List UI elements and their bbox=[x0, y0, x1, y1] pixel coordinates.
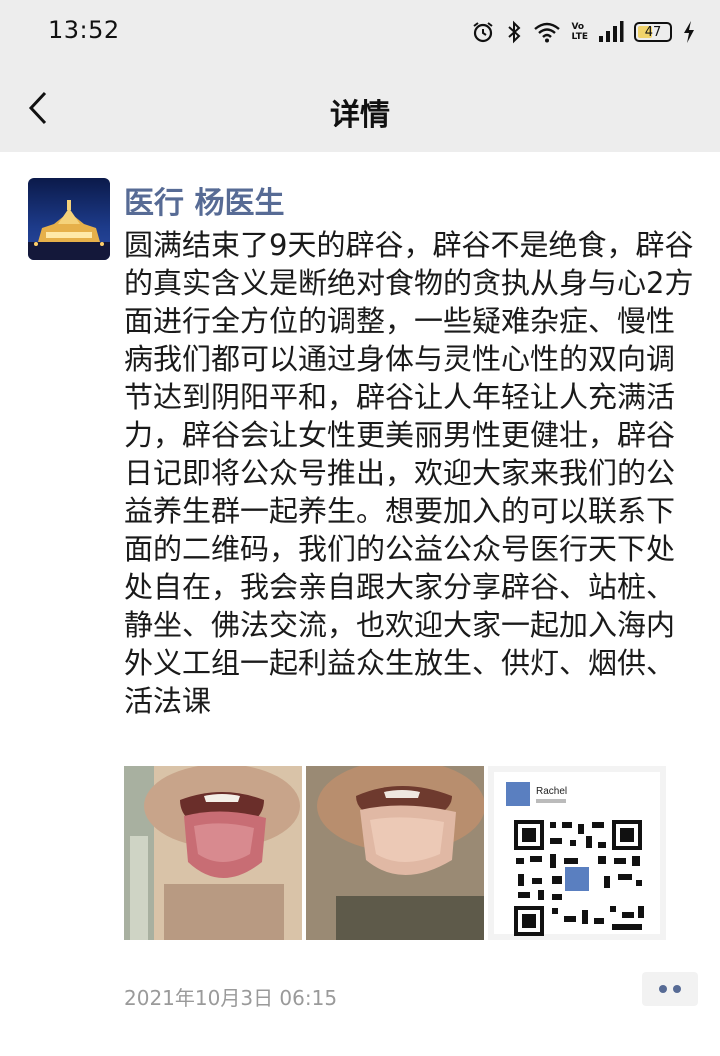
qr-card-name: Rachel bbox=[536, 786, 567, 797]
battery-level: 47 bbox=[644, 24, 662, 40]
status-time: 13:52 bbox=[48, 16, 120, 44]
more-dots-icon bbox=[659, 985, 667, 993]
avatar[interactable] bbox=[28, 178, 110, 260]
post-content: 圆满结束了9天的辟谷，辟谷不是绝食，辟谷的真实含义是断绝对食物的贪执从身与心2方… bbox=[124, 228, 694, 718]
status-bar: 13:52 Vo LTE 47 bbox=[0, 0, 720, 64]
network-label-top: Vo bbox=[571, 22, 585, 32]
alarm-icon bbox=[473, 22, 494, 43]
qr-code-card-image: Rachel bbox=[488, 766, 666, 940]
photo-grid: Rachel bbox=[124, 766, 666, 940]
charging-icon bbox=[684, 21, 694, 43]
page-title: 详情 bbox=[330, 98, 390, 133]
moment-post: 医行 杨医生 圆满结束了9天的辟谷，辟谷不是绝食，辟谷的真实含义是断绝对食物的贪… bbox=[0, 152, 720, 1056]
status-icons: Vo LTE 47 bbox=[471, 18, 696, 46]
signal-icon bbox=[599, 21, 624, 42]
photo-tongue-2[interactable] bbox=[306, 766, 484, 940]
battery-icon: 47 bbox=[634, 22, 672, 42]
more-dots-icon-dot bbox=[673, 985, 681, 993]
network-type-label: Vo LTE bbox=[571, 22, 588, 42]
tongue-photo-2-image bbox=[306, 766, 484, 940]
wifi-icon bbox=[534, 22, 561, 43]
nav-bar: 详情 bbox=[0, 64, 720, 152]
post-timestamp: 2021年10月3日 06:15 bbox=[124, 986, 338, 1010]
avatar-image bbox=[28, 178, 110, 260]
more-button[interactable] bbox=[642, 972, 698, 1006]
network-label-bottom: LTE bbox=[571, 32, 588, 42]
tongue-photo-1-image bbox=[124, 766, 302, 940]
author-name[interactable]: 医行 杨医生 bbox=[124, 178, 284, 222]
photo-qr-code[interactable]: Rachel bbox=[488, 766, 666, 940]
photo-tongue-1[interactable] bbox=[124, 766, 302, 940]
bluetooth-icon bbox=[508, 20, 521, 44]
